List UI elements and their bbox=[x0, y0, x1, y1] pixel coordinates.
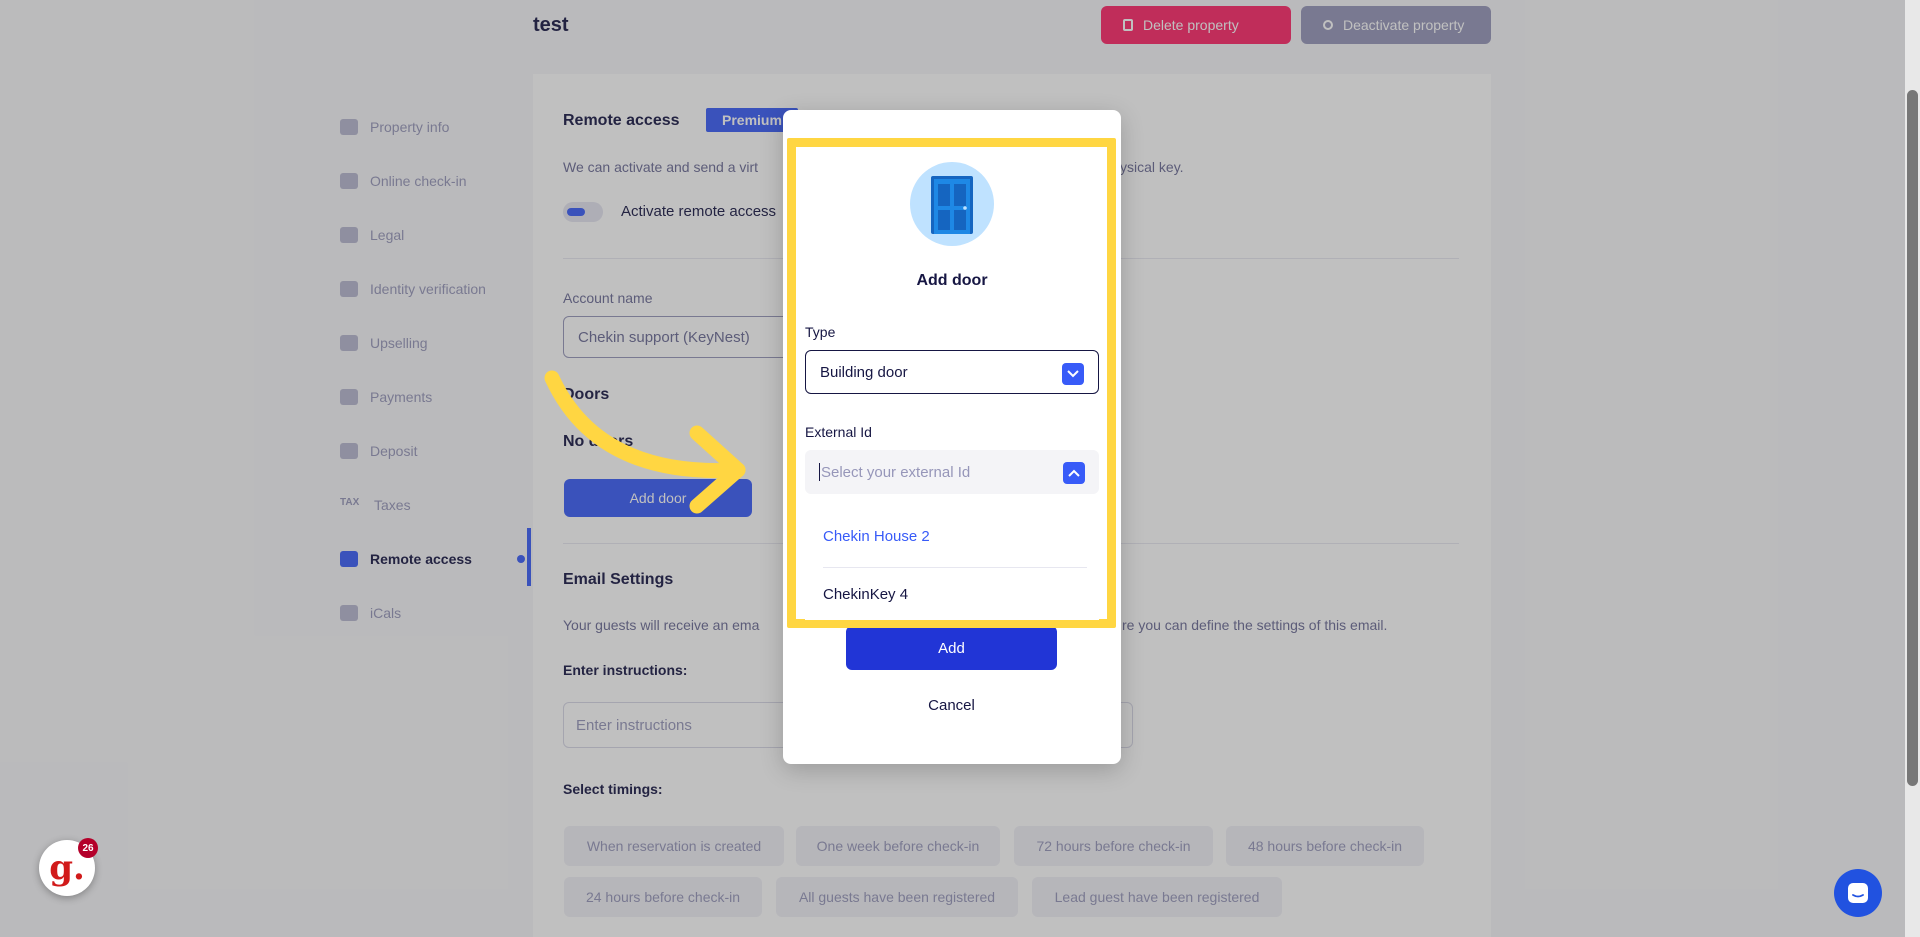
chat-button[interactable] bbox=[1834, 869, 1882, 917]
notification-badge: 26 bbox=[78, 838, 98, 858]
tutorial-arrow-icon bbox=[544, 370, 746, 514]
chat-icon bbox=[1848, 883, 1868, 903]
